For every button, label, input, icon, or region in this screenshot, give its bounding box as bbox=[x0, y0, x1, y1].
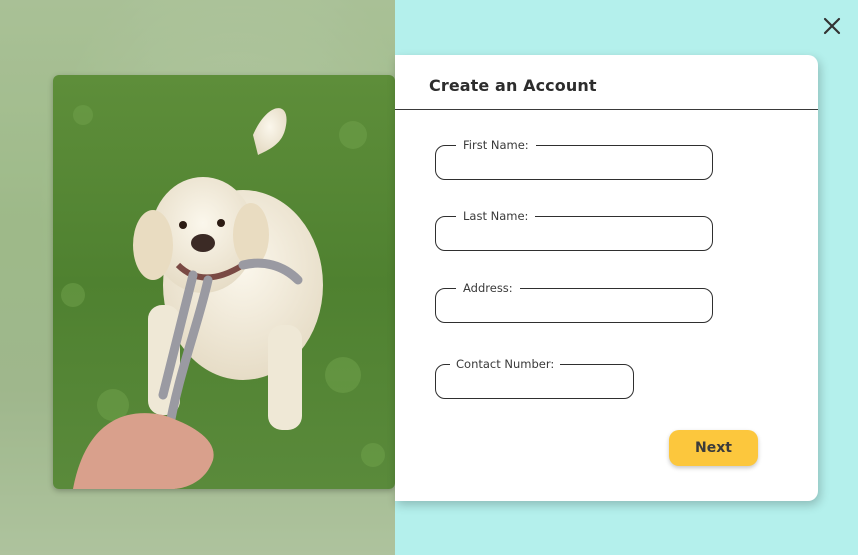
next-button[interactable]: Next bbox=[669, 430, 758, 466]
title-divider bbox=[395, 109, 818, 110]
last-name-field[interactable]: Last Name: bbox=[435, 208, 713, 251]
first-name-field[interactable]: First Name: bbox=[435, 137, 713, 180]
last-name-input[interactable] bbox=[446, 225, 702, 244]
dog-photo bbox=[53, 75, 395, 489]
contact-number-label: Contact Number: bbox=[450, 356, 561, 372]
create-account-card: Create an Account First Name: Last Name:… bbox=[395, 55, 818, 501]
address-label: Address: bbox=[456, 280, 520, 296]
first-name-label: First Name: bbox=[456, 137, 536, 153]
close-icon[interactable] bbox=[820, 14, 844, 38]
first-name-input[interactable] bbox=[446, 154, 702, 173]
last-name-label: Last Name: bbox=[456, 208, 536, 224]
contact-number-field[interactable]: Contact Number: bbox=[435, 356, 634, 399]
address-input[interactable] bbox=[446, 297, 702, 316]
modal-title: Create an Account bbox=[429, 76, 597, 95]
contact-number-input[interactable] bbox=[446, 373, 623, 392]
address-field[interactable]: Address: bbox=[435, 280, 713, 323]
